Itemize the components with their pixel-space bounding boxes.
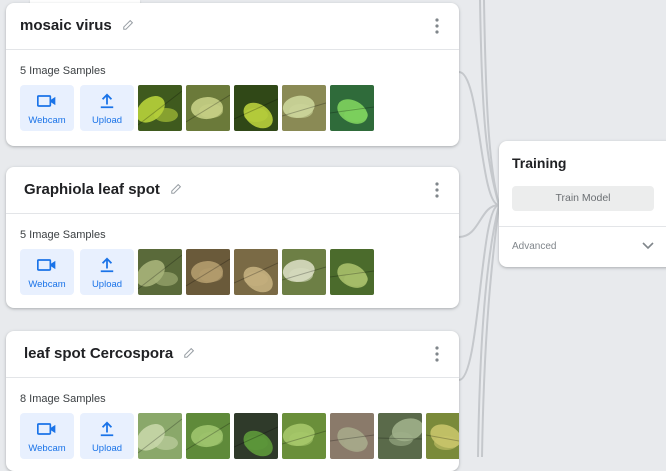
samples-count: 8 Image Samples [20, 393, 106, 405]
image-sample-thumbnail[interactable] [186, 85, 230, 131]
webcam-button[interactable]: Webcam [20, 249, 74, 295]
class-card-mosaic-virus: mosaic virus 5 Image Samples Webcam Uplo… [6, 3, 459, 146]
class-card-header: mosaic virus [6, 3, 459, 50]
image-sample-thumbnail[interactable] [426, 413, 459, 459]
advanced-toggle-label[interactable]: Advanced [512, 241, 556, 252]
upload-button[interactable]: Upload [80, 249, 134, 295]
image-sample-thumbnail[interactable] [186, 413, 230, 459]
upload-button[interactable]: Upload [80, 85, 134, 131]
class-card-header: Graphiola leaf spot [6, 167, 459, 214]
chevron-down-icon[interactable] [641, 240, 655, 252]
image-sample-thumbnail[interactable] [138, 413, 182, 459]
training-panel: Training Train Model Advanced [499, 141, 666, 267]
samples-count: 5 Image Samples [20, 229, 106, 241]
image-sample-thumbnail[interactable] [234, 249, 278, 295]
image-sample-thumbnail[interactable] [138, 249, 182, 295]
pencil-icon[interactable] [122, 17, 136, 31]
divider [499, 226, 666, 227]
webcam-label: Webcam [28, 115, 66, 126]
upload-label: Upload [91, 279, 123, 290]
webcam-label: Webcam [28, 279, 66, 290]
more-vert-icon[interactable] [429, 345, 445, 363]
pencil-icon[interactable] [183, 345, 197, 359]
train-model-button[interactable]: Train Model [512, 186, 654, 211]
class-card-header: leaf spot Cercospora [6, 331, 459, 378]
image-sample-thumbnail[interactable] [234, 413, 278, 459]
more-vert-icon[interactable] [429, 181, 445, 199]
image-sample-thumbnail[interactable] [282, 85, 326, 131]
videocam-icon [37, 423, 56, 435]
more-vert-icon[interactable] [429, 17, 445, 35]
image-sample-thumbnail[interactable] [282, 413, 326, 459]
pencil-icon[interactable] [170, 181, 184, 195]
training-title: Training [512, 155, 567, 171]
class-name[interactable]: mosaic virus [20, 17, 136, 34]
samples-count: 5 Image Samples [20, 65, 106, 77]
webcam-button[interactable]: Webcam [20, 85, 74, 131]
upload-button[interactable]: Upload [80, 413, 134, 459]
image-sample-thumbnail[interactable] [282, 249, 326, 295]
class-name[interactable]: Graphiola leaf spot [24, 181, 184, 198]
image-sample-thumbnail[interactable] [186, 249, 230, 295]
image-sample-thumbnail[interactable] [234, 85, 278, 131]
image-sample-thumbnail[interactable] [330, 85, 374, 131]
class-card-leaf-spot-cercospora: leaf spot Cercospora 8 Image Samples Web… [6, 331, 459, 471]
upload-icon [100, 257, 114, 273]
image-sample-thumbnail[interactable] [378, 413, 422, 459]
image-sample-thumbnail[interactable] [330, 413, 374, 459]
class-card-graphiola-leaf-spot: Graphiola leaf spot 5 Image Samples Webc… [6, 167, 459, 308]
webcam-label: Webcam [28, 443, 66, 454]
upload-label: Upload [91, 115, 123, 126]
webcam-button[interactable]: Webcam [20, 413, 74, 459]
upload-icon [100, 421, 114, 437]
upload-label: Upload [91, 443, 123, 454]
videocam-icon [37, 259, 56, 271]
image-sample-thumbnail[interactable] [138, 85, 182, 131]
videocam-icon [37, 95, 56, 107]
class-name[interactable]: leaf spot Cercospora [24, 345, 197, 362]
upload-icon [100, 93, 114, 109]
image-sample-thumbnail[interactable] [330, 249, 374, 295]
